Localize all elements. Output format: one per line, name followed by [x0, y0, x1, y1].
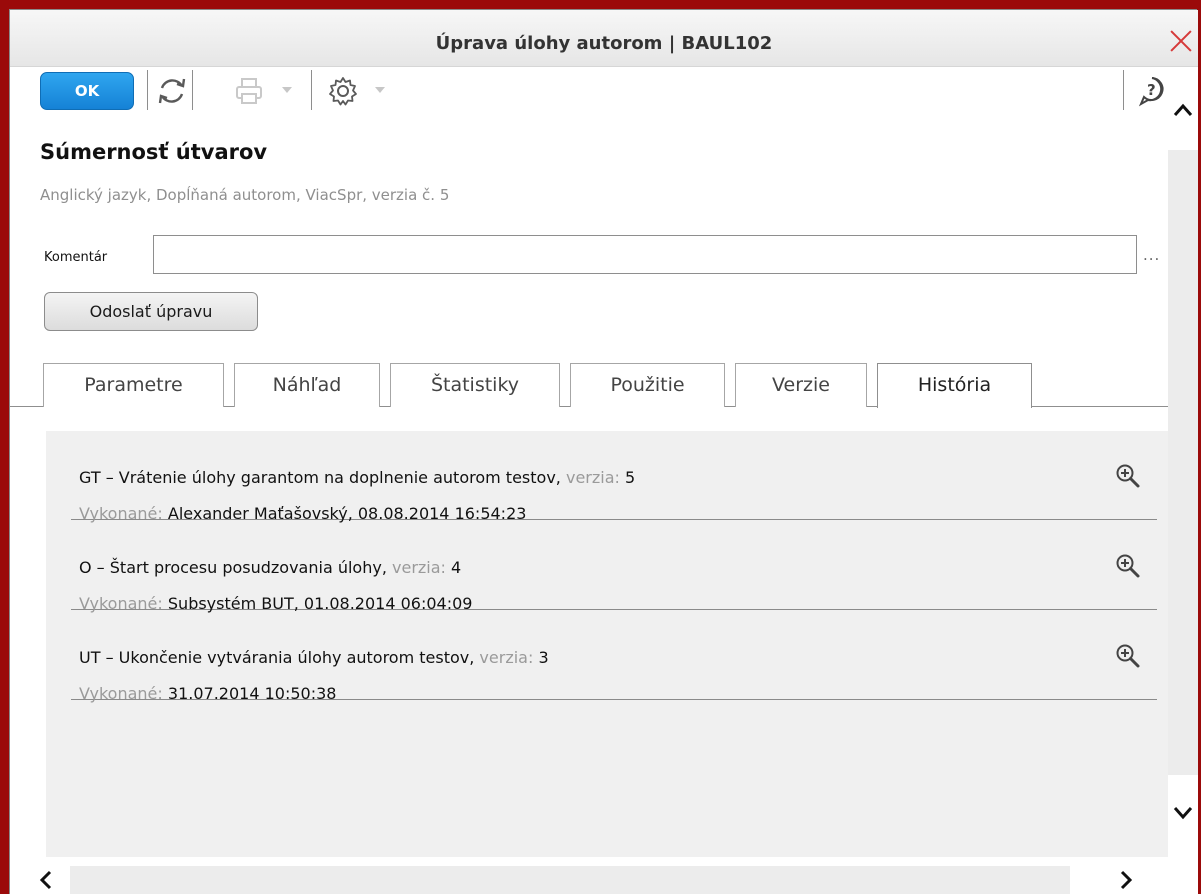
- version-value: 5: [625, 468, 636, 487]
- print-icon[interactable]: [232, 75, 266, 107]
- toolbar-separator: [147, 70, 148, 110]
- tab-parameters[interactable]: Parametre: [43, 363, 224, 407]
- history-action-text: GT – Vrátenie úlohy garantom na doplneni…: [79, 468, 561, 487]
- comment-label: Komentár: [44, 250, 108, 265]
- history-entry: O – Štart procesu posudzovania úlohy, ve…: [71, 521, 1157, 613]
- more-options-button[interactable]: ...: [1143, 246, 1160, 264]
- tab-preview[interactable]: Náhľad: [234, 363, 380, 407]
- settings-dropdown-icon[interactable]: [375, 87, 385, 93]
- comment-input[interactable]: [153, 235, 1137, 274]
- performed-value: 31.07.2014 10:50:38: [167, 684, 337, 703]
- history-action-text: O – Štart procesu posudzovania úlohy,: [79, 558, 387, 577]
- vertical-scroll-track[interactable]: [1168, 150, 1198, 775]
- history-entry: GT – Vrátenie úlohy garantom na doplneni…: [71, 431, 1157, 523]
- item-title: Súmernosť útvarov: [40, 140, 268, 164]
- toolbar: OK ?: [10, 67, 1198, 121]
- ok-button[interactable]: OK: [40, 72, 134, 110]
- tab-versions[interactable]: Verzie: [735, 363, 867, 407]
- history-performed: Vykonané: 31.07.2014 10:50:38: [79, 684, 336, 703]
- version-value: 4: [451, 558, 462, 577]
- version-label: verzia:: [392, 558, 446, 577]
- toolbar-separator: [1123, 70, 1124, 110]
- window-title: Úprava úlohy autorom | BAUL102: [435, 33, 773, 54]
- history-action: UT – Ukončenie vytvárania úlohy autorom …: [79, 648, 549, 667]
- scroll-down-icon[interactable]: [1172, 805, 1194, 825]
- print-dropdown-icon[interactable]: [282, 87, 292, 93]
- history-action-text: UT – Ukončenie vytvárania úlohy autorom …: [79, 648, 475, 667]
- version-label: verzia:: [479, 648, 534, 667]
- tab-history[interactable]: História: [877, 363, 1032, 408]
- settings-icon[interactable]: [326, 75, 360, 107]
- help-icon[interactable]: ?: [1136, 75, 1168, 107]
- item-header: Súmernosť útvarov Anglický jazyk, Dopĺňa…: [40, 140, 449, 204]
- history-action: O – Štart procesu posudzovania úlohy, ve…: [79, 558, 461, 577]
- scroll-right-icon[interactable]: [1118, 870, 1134, 894]
- refresh-icon[interactable]: [155, 75, 189, 107]
- history-panel: GT – Vrátenie úlohy garantom na doplneni…: [46, 431, 1168, 857]
- history-action: GT – Vrátenie úlohy garantom na doplneni…: [79, 468, 635, 487]
- zoom-in-icon[interactable]: [1115, 553, 1141, 579]
- scroll-up-icon[interactable]: [1172, 102, 1194, 122]
- scroll-left-icon[interactable]: [38, 870, 54, 894]
- zoom-in-icon[interactable]: [1115, 643, 1141, 669]
- tab-statistics[interactable]: Štatistiky: [390, 363, 560, 407]
- version-label: verzia:: [565, 468, 620, 487]
- toolbar-separator: [311, 70, 312, 110]
- submit-edit-button[interactable]: Odoslať úpravu: [44, 292, 258, 331]
- performed-label: Vykonané:: [79, 684, 163, 703]
- version-value: 3: [538, 648, 549, 667]
- title-bar: Úprava úlohy autorom | BAUL102: [10, 10, 1198, 67]
- horizontal-scroll-track[interactable]: [70, 866, 1070, 894]
- close-icon[interactable]: [1166, 27, 1196, 57]
- toolbar-separator: [192, 70, 193, 110]
- item-subtitle: Anglický jazyk, Dopĺňaná autorom, ViacSp…: [40, 186, 450, 204]
- dialog-window: Úprava úlohy autorom | BAUL102 OK ? Súme…: [9, 9, 1198, 894]
- history-entry: UT – Ukončenie vytvárania úlohy autorom …: [71, 611, 1157, 703]
- zoom-in-icon[interactable]: [1115, 463, 1141, 489]
- svg-text:?: ?: [1147, 81, 1156, 99]
- tab-usage[interactable]: Použitie: [570, 363, 725, 407]
